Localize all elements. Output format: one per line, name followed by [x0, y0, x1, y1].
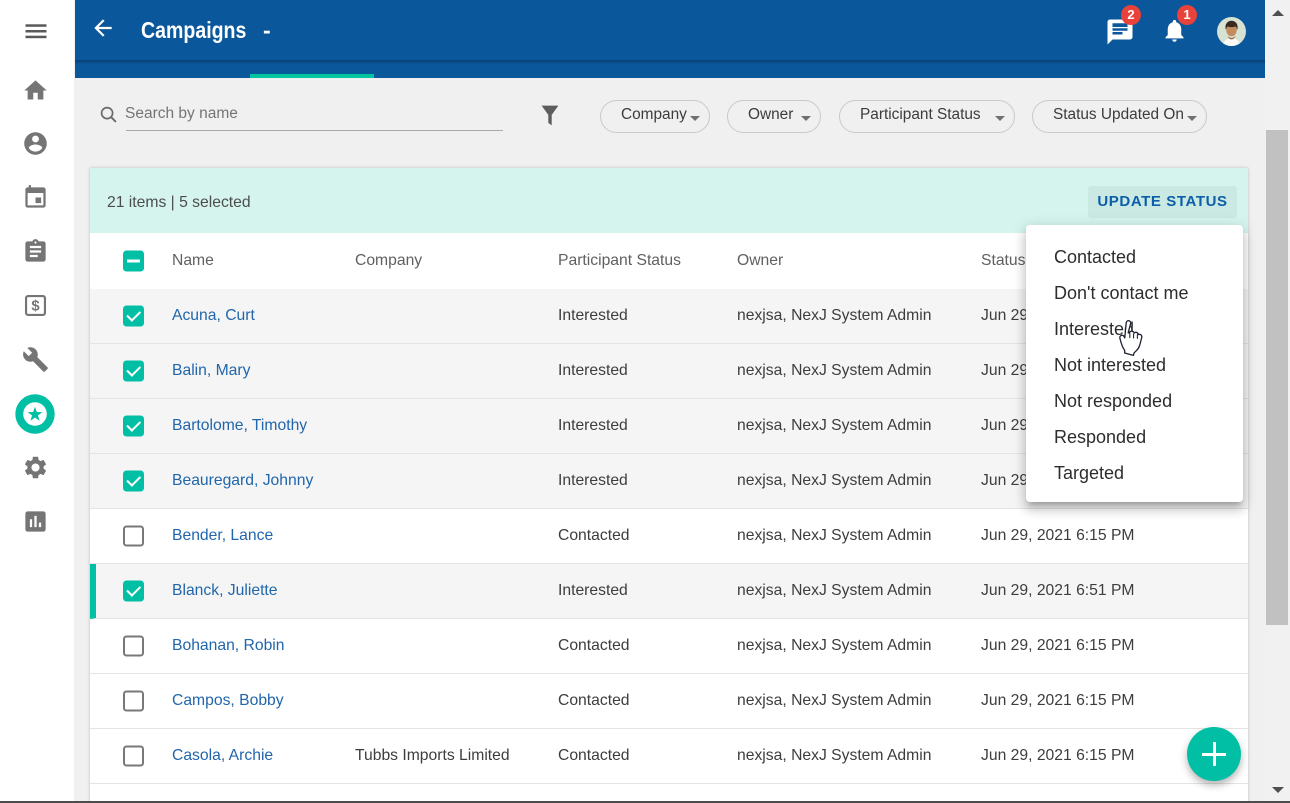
svg-text:$: $: [31, 298, 40, 314]
